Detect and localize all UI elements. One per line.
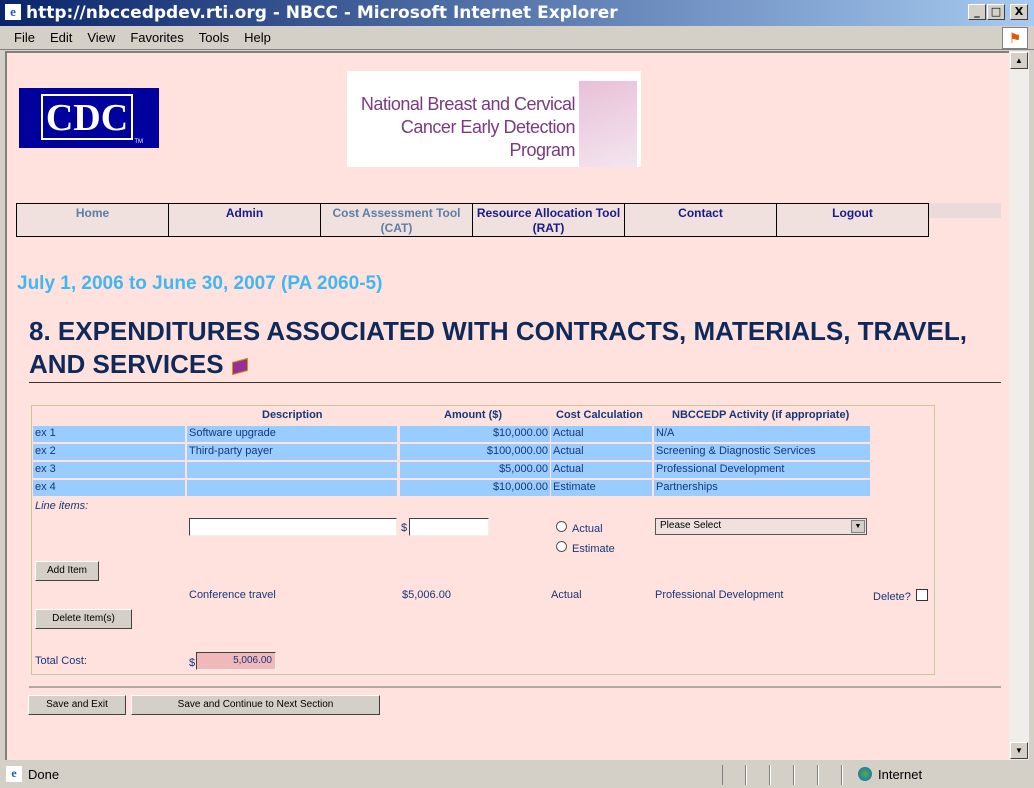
ie-icon: e (5, 4, 21, 20)
scroll-down-icon[interactable]: ▼ (1010, 742, 1028, 759)
status-text: Done (28, 767, 60, 782)
total-dollar-sign: $ (189, 657, 196, 669)
nav-rat[interactable]: Resource Allocation Tool (RAT) (473, 204, 625, 236)
radio-actual-label: Actual (572, 523, 603, 535)
add-item-button[interactable]: Add Item (35, 561, 99, 581)
example-cell-amount: $100,000.00 (400, 444, 550, 460)
nav-contact[interactable]: Contact (625, 204, 777, 236)
example-cell-label: ex 2 (33, 444, 185, 460)
header-amount: Amount ($) (444, 409, 503, 421)
cdc-logo: CDC TM (19, 88, 159, 148)
description-input[interactable] (189, 518, 397, 536)
item-calc: Actual (551, 589, 582, 601)
example-cell-calc: Actual (551, 426, 652, 442)
nbccedp-banner: National Breast and Cervical Cancer Early… (347, 71, 641, 167)
globe-icon (858, 767, 872, 781)
menu-file[interactable]: File (14, 30, 35, 45)
vertical-scrollbar[interactable] (1009, 51, 1029, 760)
window-title: http://nbccedpdev.rti.org - NBCC - Micro… (26, 3, 618, 23)
example-cell-activity: Professional Development (654, 462, 870, 478)
nav-extension (929, 203, 1001, 218)
radio-estimate[interactable] (556, 541, 567, 552)
cdc-logo-text: CDC (41, 94, 133, 140)
example-cell-label: ex 4 (33, 480, 185, 496)
menu-tools[interactable]: Tools (199, 30, 229, 45)
header-activity: NBCCEDP Activity (if appropriate) (672, 409, 850, 421)
help-book-icon[interactable] (231, 357, 248, 376)
example-cell-desc (187, 480, 397, 496)
menu-edit[interactable]: Edit (50, 30, 72, 45)
example-cell-calc: Estimate (551, 480, 652, 496)
page-content: CDC TM National Breast and Cervical Cancer… (5, 51, 1009, 760)
nav-bar: Home Admin Cost Assessment Tool (CAT) Re… (16, 203, 929, 237)
amount-input[interactable] (409, 518, 489, 536)
menu-view[interactable]: View (87, 30, 115, 45)
scroll-up-icon[interactable]: ▲ (1010, 52, 1028, 69)
example-cell-activity: Screening & Diagnostic Services (654, 444, 870, 460)
windows-logo-icon: ⚑ (1002, 27, 1028, 49)
close-button[interactable]: X (1010, 4, 1028, 20)
window-title-bar: e http://nbccedpdev.rti.org - NBCC - Mic… (0, 0, 1034, 26)
total-cost-label: Total Cost: (35, 655, 87, 667)
section-heading-text: 8. EXPENDITURES ASSOCIATED WITH CONTRACT… (29, 316, 967, 379)
example-cell-amount: $5,000.00 (400, 462, 550, 478)
example-cell-desc: Third-party payer (187, 444, 397, 460)
nav-logout[interactable]: Logout (777, 204, 928, 236)
maximize-button[interactable]: □ (987, 4, 1005, 20)
expenditures-form: Description Amount ($) Cost Calculation … (31, 405, 935, 675)
line-items-label: Line items: (35, 500, 89, 512)
cdc-tm: TM (134, 139, 143, 145)
banner-text: National Breast and Cervical Cancer Early… (349, 93, 576, 162)
example-cell-activity: Partnerships (654, 480, 870, 496)
divider (29, 686, 1001, 688)
nav-cat[interactable]: Cost Assessment Tool (CAT) (321, 204, 473, 236)
status-panels (722, 765, 850, 785)
save-continue-button[interactable]: Save and Continue to Next Section (131, 695, 380, 715)
total-cost-field: 5,006.00 (196, 652, 276, 670)
zone-text: Internet (878, 767, 923, 782)
example-cell-label: ex 3 (33, 462, 185, 478)
delete-checkbox[interactable] (916, 589, 928, 601)
example-cell-amount: $10,000.00 (400, 480, 550, 496)
page-icon: e (6, 766, 22, 782)
radio-actual[interactable] (556, 521, 567, 532)
item-activity: Professional Development (655, 589, 784, 601)
nav-admin[interactable]: Admin (169, 204, 321, 236)
menu-bar: File Edit View Favorites Tools Help (0, 26, 1034, 50)
example-cell-label: ex 1 (33, 426, 185, 442)
example-cell-desc: Software upgrade (187, 426, 397, 442)
banner-line-1: National Breast and Cervical (360, 94, 576, 114)
radio-estimate-label: Estimate (572, 543, 615, 555)
period-title: July 1, 2006 to June 30, 2007 (PA 2060-5… (17, 273, 383, 294)
minimize-button[interactable]: _ (968, 4, 986, 20)
delete-label: Delete? (873, 591, 911, 603)
nav-home[interactable]: Home (17, 204, 169, 236)
example-cell-desc (187, 462, 397, 478)
banner-line-2: Cancer Early Detection Program (400, 117, 576, 160)
chevron-down-icon[interactable]: ▼ (851, 520, 865, 533)
dollar-sign: $ (401, 522, 408, 534)
item-description: Conference travel (189, 589, 276, 601)
example-cell-calc: Actual (551, 462, 652, 478)
delete-items-button[interactable]: Delete Item(s) (35, 609, 132, 629)
example-cell-calc: Actual (551, 444, 652, 460)
menu-favorites[interactable]: Favorites (130, 30, 183, 45)
header-cost-calc: Cost Calculation (556, 409, 643, 421)
item-amount: $5,006.00 (402, 589, 451, 601)
activity-select-value: Please Select (660, 520, 722, 531)
activity-select[interactable]: Please Select ▼ (655, 518, 867, 535)
section-heading: 8. EXPENDITURES ASSOCIATED WITH CONTRACT… (29, 315, 1001, 383)
ribbon-art (579, 81, 637, 167)
status-bar: e Done Internet (0, 762, 1034, 788)
header-description: Description (262, 409, 323, 421)
example-cell-activity: N/A (654, 426, 870, 442)
save-exit-button[interactable]: Save and Exit (28, 695, 126, 715)
example-cell-amount: $10,000.00 (400, 426, 550, 442)
menu-help[interactable]: Help (244, 30, 271, 45)
